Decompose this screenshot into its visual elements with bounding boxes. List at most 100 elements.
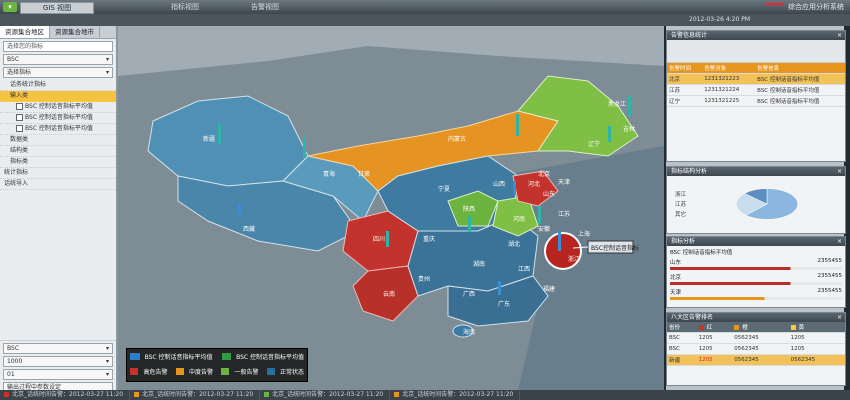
table-row[interactable]: 新疆 1205 0562345 0562345: [667, 354, 845, 366]
status-item[interactable]: 北京_话统时间告警：2012-03-27 11:20: [260, 390, 391, 400]
analysis-bar: [670, 297, 842, 300]
legend-level-3-label: 一般告警: [234, 369, 259, 376]
checkbox[interactable]: [16, 114, 23, 121]
status-item[interactable]: 北京_话统时间告警：2012-03-27 11:20: [390, 390, 521, 400]
bottom-select-1[interactable]: BSC ▾: [3, 343, 113, 354]
pie-label-2: 其它: [675, 210, 686, 218]
legend-level-row: 高危告警 中度告警 一般告警 正常状态: [127, 364, 307, 379]
province-label: 广西: [463, 290, 475, 298]
bottom-select-2[interactable]: 1000 ▾: [3, 356, 113, 367]
status-item[interactable]: 北京_话统时间告警：2012-03-27 11:20: [130, 390, 261, 400]
search-input[interactable]: 选择您的指标: [3, 41, 113, 52]
tree-item[interactable]: BSC 控制话音指标平均值: [0, 113, 116, 124]
province-label: 天津: [558, 179, 570, 186]
province-label: 宁夏: [438, 185, 450, 193]
checkbox[interactable]: [16, 125, 23, 132]
bottom-select-3[interactable]: 01 ▾: [3, 369, 113, 380]
chevron-down-icon: ▾: [105, 69, 109, 76]
legend-level-4-label: 正常状态: [279, 369, 304, 376]
top-bar: ▾ GIS 视图 指标视图 告警视图 综合应用分析系统: [0, 0, 850, 15]
province-label: 河南: [513, 215, 525, 223]
close-icon[interactable]: ×: [837, 237, 842, 246]
ranking-header-row: 省份 红 橙 黄: [667, 322, 845, 333]
tree-item[interactable]: BSC 控制话音指标平均值: [0, 102, 116, 113]
legend-series-1-label: BSC 控制话音指标平均值: [144, 354, 213, 361]
tree-item[interactable]: 结构类: [0, 146, 116, 157]
legend-series-row: BSC 控制话音指标平均值 BSC 控制话音指标平均值: [127, 349, 307, 364]
alarm-toolbar: [667, 40, 845, 63]
checkbox[interactable]: [16, 103, 23, 110]
analysis-name: BSC 控制话音指标平均值: [670, 250, 733, 256]
province-label: 新疆: [203, 135, 215, 143]
analysis-row-name: 北京: [670, 275, 682, 281]
province-label: 福建: [543, 285, 555, 293]
legend-series-1-swatch: [130, 353, 140, 360]
callout-text: BSC控制话音指标: [591, 244, 639, 252]
table-row[interactable]: 北京 1231321223 BSC 控制话音指标平均值: [667, 73, 845, 85]
province-label: 浙江: [568, 255, 580, 263]
table-row[interactable]: 江苏 1231321224 BSC 控制话音指标平均值: [667, 84, 845, 96]
close-icon[interactable]: ×: [837, 31, 842, 40]
close-icon[interactable]: ×: [837, 167, 842, 176]
province-label: 湖北: [508, 240, 520, 248]
province-label: 重庆: [423, 235, 435, 243]
province-label: 云南: [383, 290, 395, 298]
analysis-bar: [670, 267, 842, 270]
tree-item[interactable]: 话统导入: [0, 179, 116, 190]
province-label: 甘肃: [358, 170, 370, 178]
province-label: 西藏: [243, 225, 255, 233]
sub-bar: 2012-03-26 4:20 PM: [0, 14, 850, 26]
province-label: 贵州: [418, 275, 430, 283]
tab-region[interactable]: 资源集合地区: [0, 26, 50, 38]
province-label: 四川: [373, 236, 385, 243]
tree-item[interactable]: BSC 控制话音指标平均值: [0, 124, 116, 135]
table-row[interactable]: 辽宁 1231321225 BSC 控制话音指标平均值: [667, 95, 845, 107]
table-row[interactable]: BSC 1205 0562345 1205: [667, 332, 845, 344]
province-label: 内蒙古: [448, 135, 466, 143]
pie-chart: 浙江 江苏 其它: [675, 188, 798, 220]
tree-spacer: [0, 190, 116, 341]
province-label: 海南: [463, 328, 475, 336]
tab-alarm-view[interactable]: 告警视图: [235, 1, 295, 13]
gis-view-tab[interactable]: GIS 视图: [20, 2, 94, 14]
ranking-table: 省份 红 橙 黄 BSC 1205 0562345 1205 BSC 1205 05623…: [667, 322, 845, 366]
status-bar: 北京_话统时间告警：2012-03-27 11:20 北京_话统时间告警：2012…: [0, 390, 850, 400]
china-map[interactable]: BSC控制话音指标 新疆 西藏 青海 甘肃 内蒙古 黑龙江 吉林 辽宁 北京 天津 河北 山西 陕西 宁夏…: [118, 26, 664, 390]
home-icon[interactable]: ▾: [3, 2, 17, 12]
structure-header: 指标结构分析 ×: [667, 167, 845, 176]
province-label: 江苏: [558, 210, 570, 218]
map-canvas[interactable]: BSC控制话音指标 新疆西藏 青海 甘肃 内蒙古 黑龙江吉林辽宁北京天津 河北 山西陕西 宁夏…: [118, 26, 664, 390]
analysis-row-name: 山东: [670, 260, 682, 266]
close-icon[interactable]: ×: [837, 313, 842, 322]
map-legend: BSC 控制话音指标平均值 BSC 控制话音指标平均值 高危告警 中度告警 一般…: [126, 348, 308, 382]
tab-city[interactable]: 资源集合地市: [50, 26, 100, 38]
province-label: 湖南: [473, 260, 485, 268]
status-item[interactable]: 北京_话统时间告警：2012-03-27 11:20: [0, 390, 131, 400]
alarm-stats-panel: 告警信息统计 × 告警时间 告警对象 告警信息 北京 1231321223 BSC 控制话…: [666, 30, 846, 162]
tab-index-view[interactable]: 指标视图: [155, 1, 215, 13]
alarm-stats-header: 告警信息统计 ×: [667, 31, 845, 40]
tree-item[interactable]: 话务统计指标: [0, 80, 116, 91]
bsc-select[interactable]: BSC ▾: [3, 54, 113, 65]
index-select[interactable]: 选择指标 ▾: [3, 67, 113, 78]
left-tabs: 资源集合地区 资源集合地市: [0, 26, 116, 39]
status-dot-icon: [394, 392, 400, 397]
status-dot-icon: [264, 392, 270, 397]
region-zhejiang-highlight[interactable]: [544, 232, 582, 270]
index-tree: 话务统计指标 输入类 BSC 控制话音指标平均值 BSC 控制话音指标平均值 BSC 控…: [0, 80, 116, 190]
table-row[interactable]: BSC 1205 0562345 1205: [667, 343, 845, 355]
legend-series-2-swatch: [221, 353, 232, 360]
pie-label-1: 江苏: [675, 200, 687, 208]
tree-item[interactable]: 统计指标: [0, 168, 116, 179]
province-label: 广东: [498, 300, 510, 308]
table-header: 告警时间 告警对象 告警信息: [667, 63, 845, 74]
index-structure-panel: 指标结构分析 × 浙江 江苏 其它: [666, 166, 846, 234]
legend-level-3-swatch: [221, 368, 230, 375]
pie-label-0: 浙江: [675, 190, 687, 198]
datetime: 2012-03-26 4:20 PM: [689, 16, 750, 23]
tree-item[interactable]: 指标类: [0, 157, 116, 168]
tree-item[interactable]: 数据类: [0, 135, 116, 146]
analysis-row-value: 2355455: [817, 258, 843, 264]
tree-item[interactable]: 输入类: [0, 91, 116, 102]
legend-level-2-swatch: [175, 368, 184, 375]
